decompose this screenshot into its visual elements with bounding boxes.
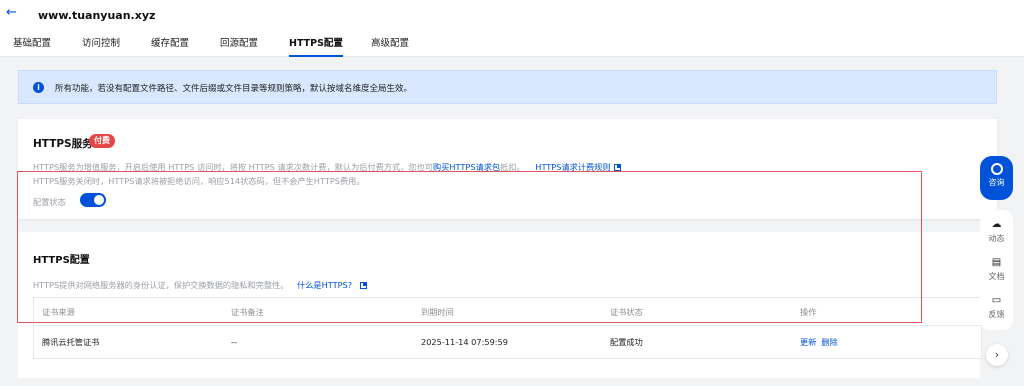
https-config-title: HTTPS配置: [33, 255, 90, 266]
tab-access-control[interactable]: 访问控制: [82, 37, 120, 57]
billing-rules-link[interactable]: HTTPS请求计费规则: [535, 162, 610, 172]
side-item-label: 文档: [988, 272, 1005, 281]
info-notice: i 所有功能，若没有配置文件路径、文件后缀或文件目录等规则策略，默认按域名维度全…: [18, 70, 997, 104]
consult-button[interactable]: 咨询: [980, 156, 1013, 200]
cert-remark-cell: --: [231, 337, 237, 347]
feedback-icon: ▭: [991, 295, 1002, 306]
headset-icon: [990, 163, 1003, 175]
https-service-toggle[interactable]: [80, 193, 106, 207]
col-cert-source: 证书来源: [42, 307, 75, 317]
info-icon: i: [33, 82, 44, 93]
cert-source-cell: 腾讯云托管证书: [42, 337, 100, 347]
col-expire-time: 到期时间: [421, 307, 454, 317]
https-service-desc-line1: HTTPS服务为增值服务，开启后使用 HTTPS 访问时，将按 HTTPS 请求…: [33, 161, 621, 173]
expire-time-cell: 2025-11-14 07:59:59: [421, 337, 508, 347]
main-content: i 所有功能，若没有配置文件路径、文件后缀或文件目录等规则策略，默认按域名维度全…: [0, 57, 1024, 386]
actions-cell: 更新 删除: [800, 326, 843, 359]
col-cert-status: 证书状态: [610, 307, 643, 317]
https-service-card: HTTPS服务 付费 HTTPS服务为增值服务，开启后使用 HTTPS 访问时，…: [18, 119, 997, 219]
side-item-docs[interactable]: ▤ 文档: [980, 258, 1013, 282]
book-icon: ▤: [991, 257, 1002, 268]
tab-advanced[interactable]: 高级配置: [371, 37, 409, 57]
https-service-title: HTTPS服务: [33, 138, 93, 150]
back-arrow-icon[interactable]: ←: [6, 6, 20, 20]
https-service-desc-line2: HTTPS服务关闭时，HTTPS请求将被拒绝访问，响应514状态码，但不会产生H…: [33, 176, 365, 186]
external-link-icon[interactable]: [360, 282, 368, 289]
tab-https[interactable]: HTTPS配置: [289, 37, 343, 57]
https-config-desc: HTTPS提供对网络服务器的身份认证，保护交换数据的隐私和完整性。 什么是HTT…: [33, 279, 368, 291]
col-cert-remark: 证书备注: [231, 307, 264, 317]
consult-label: 咨询: [988, 178, 1005, 187]
table-row: 腾讯云托管证书 -- 2025-11-14 07:59:59 配置成功 更新 删除: [34, 326, 981, 359]
top-bar: ← www.tuanyuan.xyz 基础配置 访问控制 缓存配置 回源配置 H…: [0, 0, 1024, 57]
certificate-table: 证书来源 证书备注 到期时间 证书状态 操作 腾讯云托管证书 -- 2025-1…: [33, 297, 982, 359]
desc-suffix: 抵扣。: [500, 162, 525, 172]
buy-https-package-link[interactable]: 购买HTTPS请求包: [433, 162, 500, 172]
update-cert-button[interactable]: 更新: [800, 337, 816, 347]
table-header: 证书来源 证书备注 到期时间 证书状态 操作: [34, 298, 981, 326]
tab-cache[interactable]: 缓存配置: [151, 37, 189, 57]
desc-prefix: HTTPS服务为增值服务，开启后使用 HTTPS 访问时，将按 HTTPS 请求…: [33, 162, 433, 172]
delete-cert-button[interactable]: 删除: [821, 337, 837, 347]
paid-badge: 付费: [89, 134, 115, 148]
side-item-feedback[interactable]: ▭ 反馈: [980, 296, 1013, 320]
external-link-icon[interactable]: [613, 164, 621, 171]
https-config-desc-text: HTTPS提供对网络服务器的身份认证，保护交换数据的隐私和完整性。: [33, 280, 289, 290]
col-actions: 操作: [800, 307, 817, 317]
side-item-label: 动态: [988, 234, 1005, 243]
tab-origin[interactable]: 回源配置: [220, 37, 258, 57]
tab-basic[interactable]: 基础配置: [13, 37, 51, 57]
cert-status-cell: 配置成功: [610, 337, 643, 347]
notice-text: 所有功能，若没有配置文件路径、文件后缀或文件目录等规则策略，默认按域名维度全局生…: [55, 84, 413, 94]
page-title: www.tuanyuan.xyz: [38, 9, 156, 22]
cloud-bell-icon: ☁: [991, 219, 1002, 230]
chevron-right-icon[interactable]: ›: [986, 344, 1008, 366]
config-status-label: 配置状态: [33, 197, 66, 207]
side-item-label: 反馈: [988, 310, 1005, 319]
side-item-updates[interactable]: ☁ 动态: [980, 220, 1013, 244]
what-is-https-link[interactable]: 什么是HTTPS?: [297, 280, 352, 290]
side-panel: ☁ 动态 ▤ 文档 ▭ 反馈: [980, 210, 1013, 330]
